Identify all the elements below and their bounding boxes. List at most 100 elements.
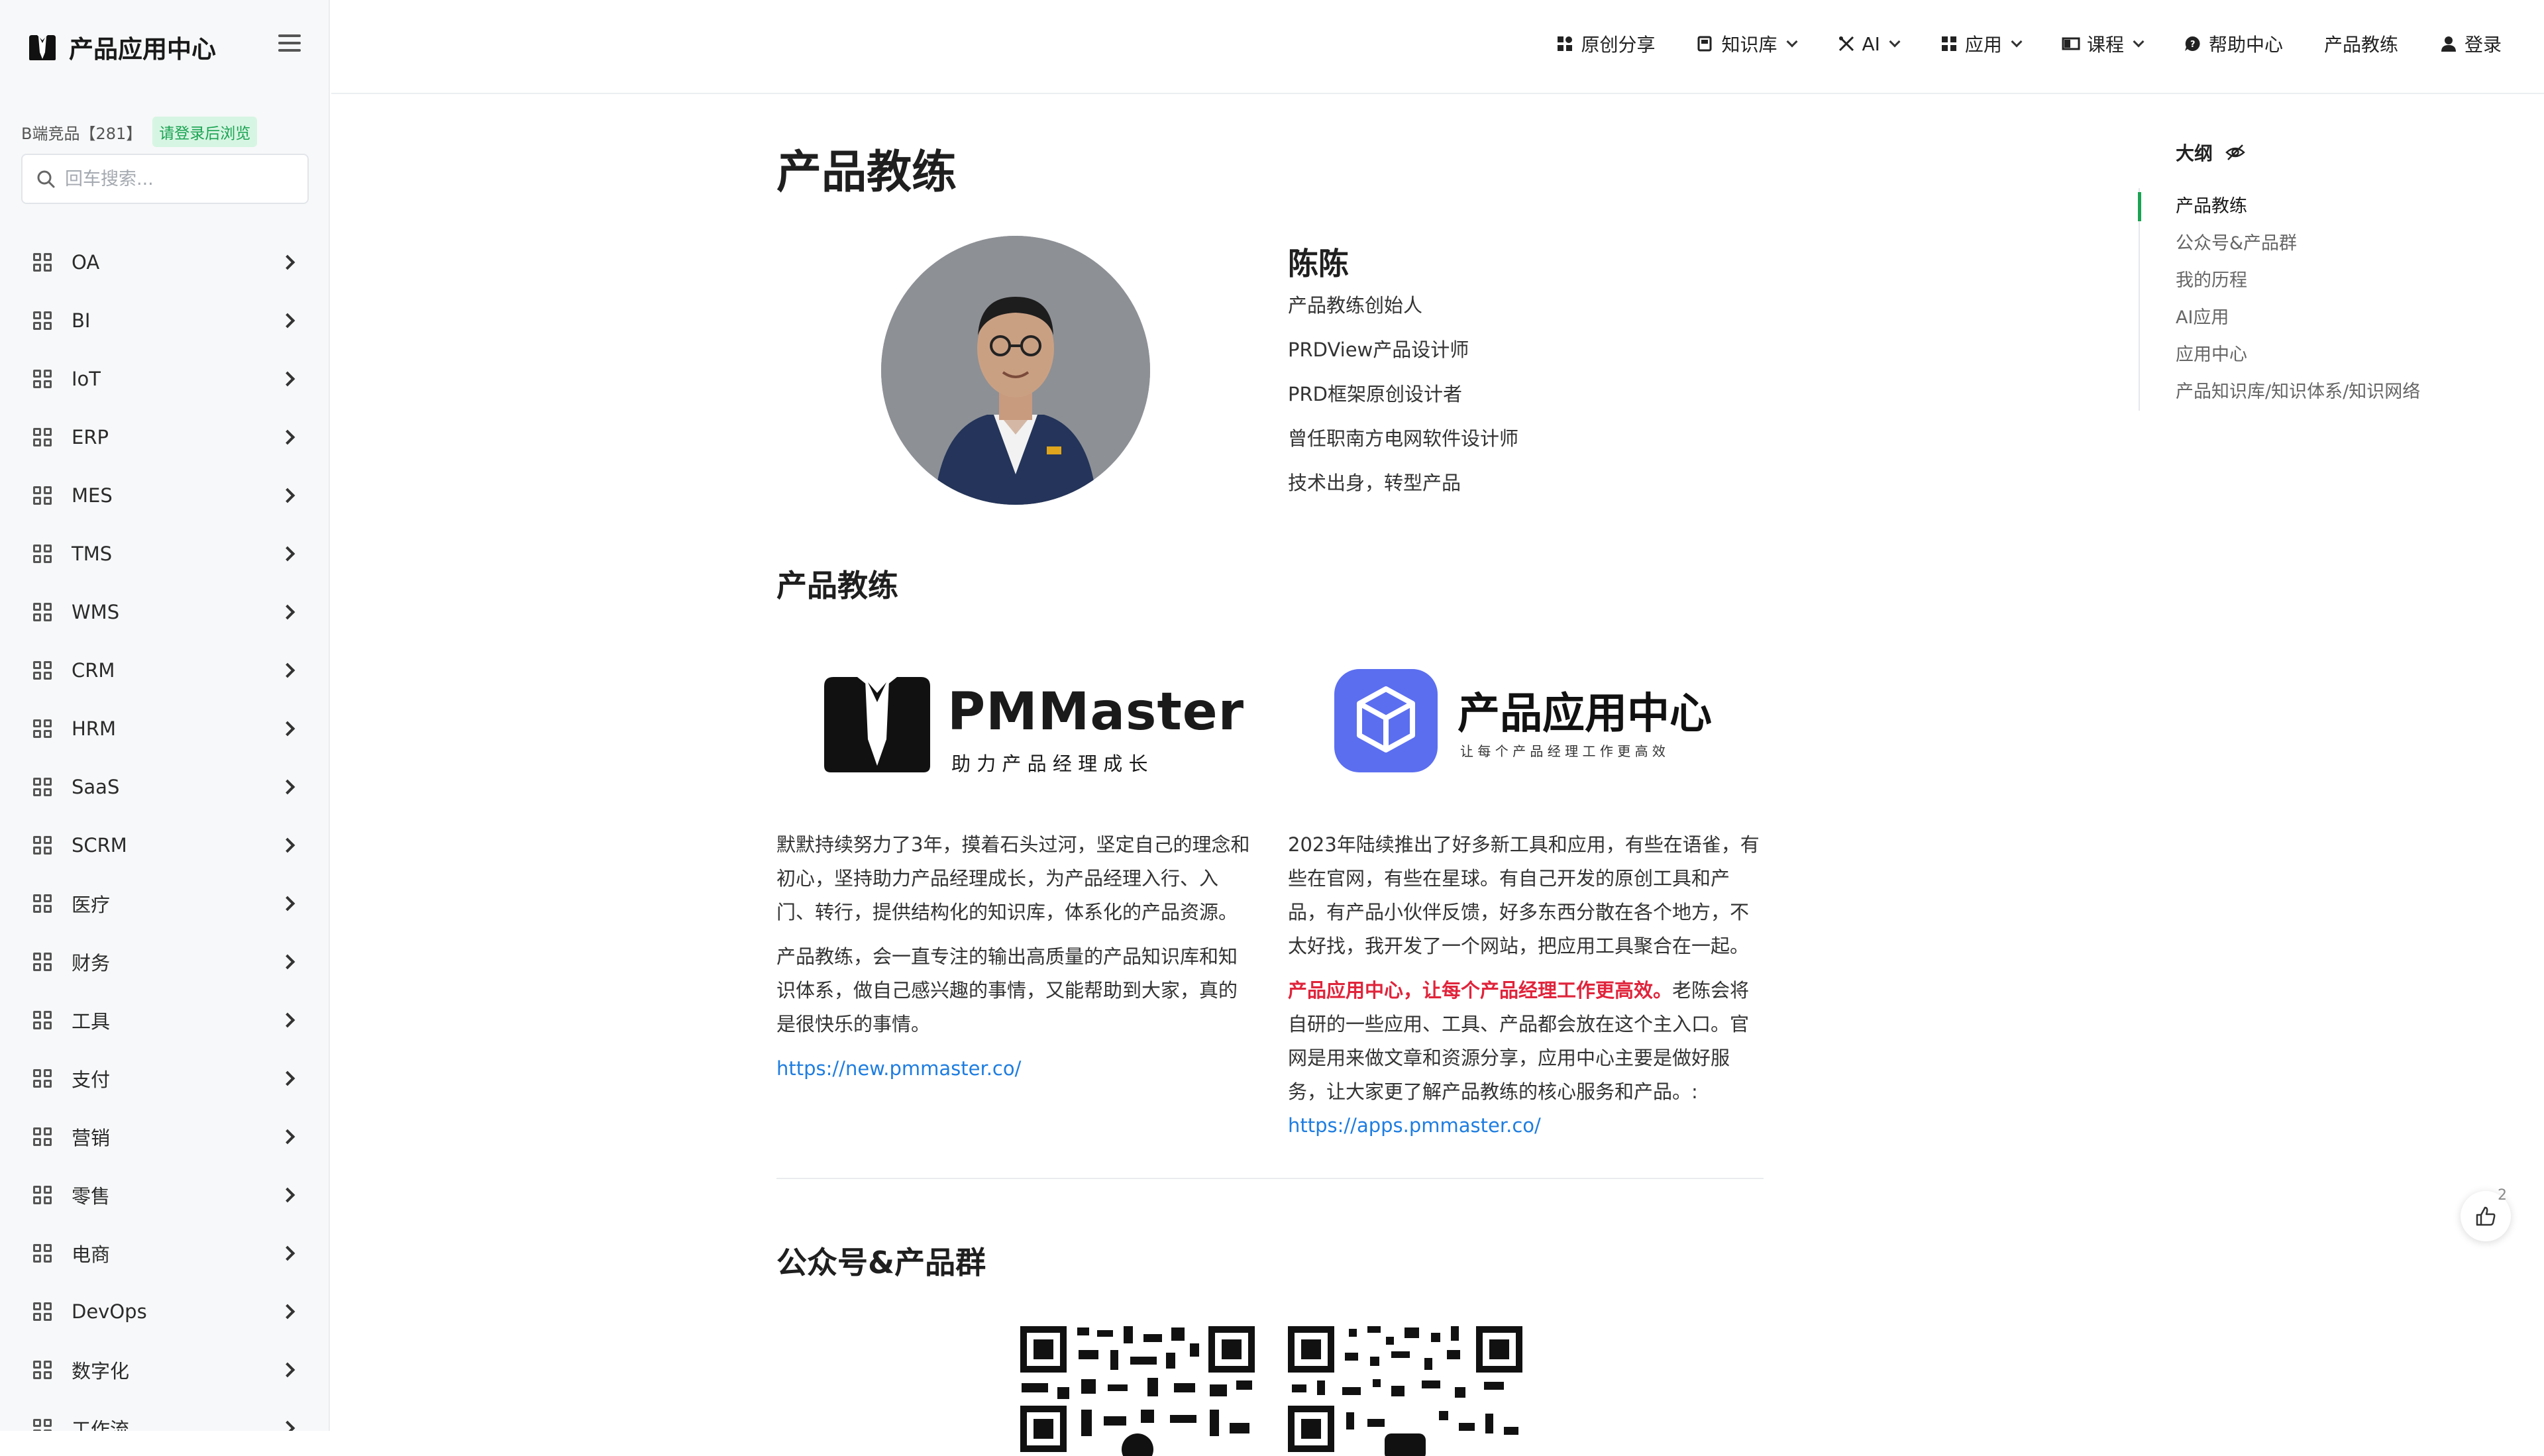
svg-text:?: ? (2190, 40, 2196, 50)
help-chat-icon: ? (2184, 36, 2200, 51)
nav-knowledge-label: 知识库 (1721, 34, 1777, 56)
sidebar-item-label: 工作流 (72, 1418, 130, 1431)
outline-item-knowledge[interactable]: 产品知识库/知识体系/知识网络 (2140, 374, 2483, 411)
outline-item-wechat[interactable]: 公众号&产品群 (2140, 225, 2483, 262)
sidebar-search (21, 154, 309, 204)
promo-text: B端竞品【281】 (21, 124, 142, 143)
chevron-right-icon (280, 313, 295, 329)
sidebar-item-medical[interactable]: 医疗 (0, 874, 329, 933)
brand[interactable]: 产品应用中心 (26, 30, 216, 64)
sidebar-item-label: BI (72, 309, 91, 332)
sidebar-item-retail[interactable]: 零售 (0, 1166, 329, 1224)
pmmaster-link[interactable]: https://new.pmmaster.co/ (776, 1057, 1021, 1080)
chevron-right-icon (280, 371, 295, 387)
sidebar-item-label: 营销 (72, 1127, 111, 1149)
outline-item-app-center[interactable]: 应用中心 (2140, 337, 2483, 374)
grid-icon (33, 1419, 52, 1431)
chevron-right-icon (280, 1070, 295, 1086)
sidebar-item-label: HRM (72, 717, 116, 740)
grid-icon (33, 661, 52, 680)
sidebar-item-tms[interactable]: TMS (0, 525, 329, 583)
login-badge[interactable]: 请登录后浏览 (152, 117, 258, 147)
sidebar-item-label: TMS (72, 543, 113, 565)
chevron-right-icon (280, 1012, 295, 1028)
sidebar-item-tools[interactable]: 工具 (0, 991, 329, 1049)
nav-ai-label: AI (1862, 32, 1880, 55)
sidebar-item-label: 支付 (72, 1068, 111, 1091)
sidebar-item-label: WMS (72, 601, 120, 623)
nav-login[interactable]: 登录 (2439, 30, 2502, 57)
chevron-right-icon (280, 896, 295, 911)
grid-icon (33, 1361, 52, 1379)
nav-ai[interactable]: AI (1837, 32, 1901, 55)
chevron-right-icon (280, 721, 295, 737)
nav-coach[interactable]: 产品教练 (2324, 30, 2398, 57)
profile-role: PRD框架原创设计者 (1288, 383, 1462, 405)
ai-tools-icon (1838, 36, 1854, 52)
chevron-right-icon (280, 1420, 295, 1431)
nav-knowledge[interactable]: 知识库 (1696, 30, 1797, 57)
chevron-right-icon (280, 1304, 295, 1320)
nav-login-label: 登录 (2464, 34, 2502, 56)
outline-list: 产品教练 公众号&产品群 我的历程 AI应用 应用中心 产品知识库/知识体系/知… (2138, 188, 2483, 411)
promo: B端竞品【281】 请登录后浏览 (21, 117, 258, 147)
sidebar-item-label: 医疗 (72, 894, 111, 916)
app-center-slogan: 让 每 个 产 品 经 理 工 作 更 高 效 (1460, 743, 1666, 759)
sidebar-item-crm[interactable]: CRM (0, 641, 329, 700)
search-input[interactable] (65, 168, 303, 189)
open-book-icon (2062, 37, 2080, 50)
sidebar-item-scrm[interactable]: SCRM (0, 816, 329, 874)
grid-icon (33, 1127, 52, 1146)
section-heading-coach: 产品教练 (776, 568, 898, 603)
nav-original[interactable]: 原创分享 (1556, 30, 1655, 57)
sidebar-item-iot[interactable]: IoT (0, 350, 329, 408)
profile-card: 陈陈 产品教练创始人 PRDView产品设计师 PRD框架原创设计者 曾任职南方… (1288, 240, 1518, 505)
nav-original-label: 原创分享 (1581, 34, 1656, 56)
grid-icon (33, 1244, 52, 1263)
qr-code-product-group (1285, 1324, 1525, 1456)
sidebar-item-finance[interactable]: 财务 (0, 933, 329, 991)
outline-item-ai[interactable]: AI应用 (2140, 299, 2483, 337)
grid-icon (33, 1069, 52, 1088)
sidebar-item-workflow[interactable]: 工作流 (0, 1399, 329, 1431)
nav-course[interactable]: 课程 (2062, 30, 2145, 57)
sidebar-item-wms[interactable]: WMS (0, 583, 329, 641)
qr-code-image (1020, 1326, 1255, 1456)
profile-role: 技术出身，转型产品 (1288, 472, 1461, 494)
chevron-right-icon (280, 837, 295, 853)
sidebar-item-label: IoT (72, 368, 101, 390)
profile-name: 陈陈 (1288, 246, 1349, 282)
chevron-right-icon (280, 1187, 295, 1203)
qr-code-image (1288, 1326, 1522, 1456)
sidebar-item-marketing[interactable]: 营销 (0, 1108, 329, 1166)
chevron-right-icon (280, 779, 295, 795)
chevron-right-icon (280, 546, 295, 562)
grid-icon (33, 486, 52, 505)
outline-item-history[interactable]: 我的历程 (2140, 262, 2483, 299)
sidebar-item-erp[interactable]: ERP (0, 408, 329, 466)
sidebar-item-hrm[interactable]: HRM (0, 700, 329, 758)
sidebar-item-saas[interactable]: SaaS (0, 758, 329, 816)
chevron-down-icon (2133, 36, 2145, 48)
eye-off-icon[interactable] (2225, 142, 2246, 163)
chevron-right-icon (280, 1245, 295, 1261)
sidebar-item-devops[interactable]: DevOps (0, 1282, 329, 1341)
chevron-down-icon (2011, 36, 2023, 48)
outline-item-coach[interactable]: 产品教练 (2138, 188, 2483, 225)
nav-apps[interactable]: 应用 (1940, 30, 2023, 57)
sidebar-item-label: 财务 (72, 952, 111, 974)
nav-help[interactable]: ? 帮助中心 (2184, 30, 2283, 57)
sidebar-item-oa[interactable]: OA (0, 233, 329, 291)
sidebar-item-mes[interactable]: MES (0, 466, 329, 525)
sidebar-item-payment[interactable]: 支付 (0, 1049, 329, 1108)
apps-link[interactable]: https://apps.pmmaster.co/ (1288, 1114, 1541, 1137)
left-column: 默默持续努力了3年，摸着石头过河，坚定自己的理念和初心，坚持助力产品经理成长，为… (776, 828, 1253, 1096)
chevron-right-icon (280, 429, 295, 445)
left-paragraph-2: 产品教练，会一直专注的输出高质量的产品知识库和知识体系，做自己感兴趣的事情，又能… (776, 945, 1238, 1035)
menu-toggle-icon[interactable] (278, 34, 301, 54)
app-center-name: 产品应用中心 (1458, 690, 1712, 739)
sidebar-item-digital[interactable]: 数字化 (0, 1341, 329, 1399)
like-button[interactable]: 2 (2461, 1187, 2511, 1241)
sidebar-item-ecommerce[interactable]: 电商 (0, 1224, 329, 1282)
sidebar-item-bi[interactable]: BI (0, 291, 329, 350)
